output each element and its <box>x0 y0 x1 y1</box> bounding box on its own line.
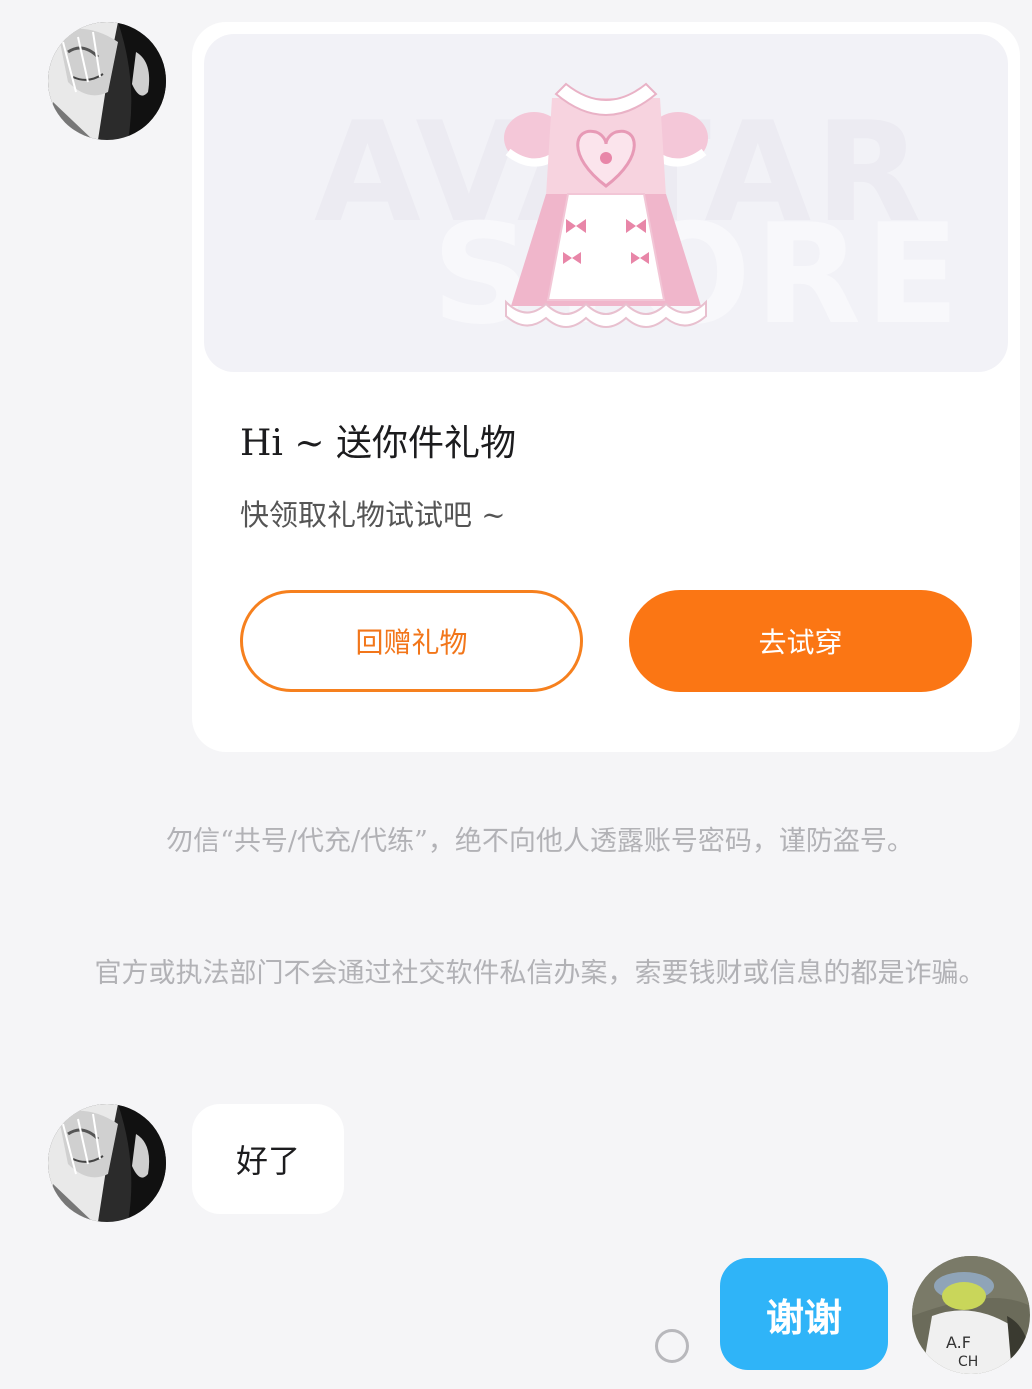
gift-title: Hi ~ 送你件礼物 <box>240 423 516 464</box>
return-gift-label: 回赠礼物 <box>355 626 468 659</box>
svg-text:CH: CH <box>958 1354 978 1370</box>
try-on-button[interactable]: 去试穿 <box>629 590 972 692</box>
fraud-notice: 官方或执法部门不会通过社交软件私信办案，索要钱财或信息的都是诈骗。 <box>94 958 986 989</box>
user-avatar[interactable]: A.F CH <box>912 1256 1030 1374</box>
sender-avatar[interactable] <box>48 1104 166 1222</box>
gift-card[interactable]: AVATAR STORE Hi ~ 送你 <box>192 22 1020 752</box>
svg-text:A.F: A.F <box>946 1333 971 1352</box>
dress-illustration <box>504 82 708 328</box>
gift-subtitle: 快领取礼物试试吧 ~ <box>240 498 506 532</box>
gift-image[interactable]: AVATAR STORE <box>204 34 1008 372</box>
sending-circle-icon <box>655 1329 689 1363</box>
user-photo-avatar-image: A.F CH <box>912 1256 1030 1374</box>
manga-avatar-image <box>48 22 166 140</box>
sender-avatar[interactable] <box>48 22 166 140</box>
manga-avatar-image <box>48 1104 166 1222</box>
incoming-message-text: 好了 <box>235 1142 300 1180</box>
return-gift-button[interactable]: 回赠礼物 <box>240 590 583 692</box>
security-notice: 勿信“共号/代充/代练”，绝不向他人透露账号密码，谨防盗号。 <box>166 826 914 857</box>
try-on-label: 去试穿 <box>758 626 843 659</box>
outgoing-message-text: 谢谢 <box>765 1294 842 1340</box>
outgoing-message-bubble[interactable]: 谢谢 <box>720 1258 888 1370</box>
incoming-message-bubble[interactable]: 好了 <box>192 1104 344 1214</box>
